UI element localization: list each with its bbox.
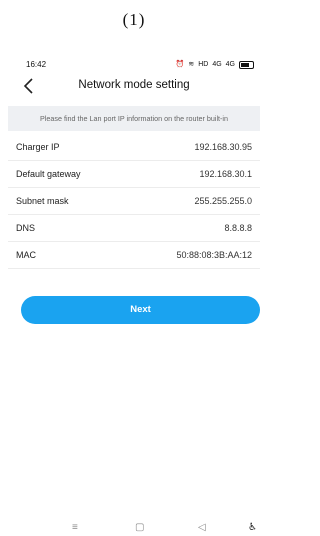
- app-header: Network mode setting: [0, 76, 268, 98]
- row-label: Charger IP: [16, 142, 60, 152]
- wifi-icon: ≋: [188, 61, 195, 68]
- row-charger-ip: Charger IP 192.168.30.95: [8, 134, 260, 161]
- row-value: 50:88:08:3B:AA:12: [176, 250, 252, 260]
- row-label: Default gateway: [16, 169, 81, 179]
- status-icons: ⏰ ≋ HD 4G 4G: [176, 60, 254, 70]
- system-nav-bar: ≡ ▢ ◁ ♿: [0, 522, 268, 536]
- menu-icon[interactable]: ≡: [72, 522, 78, 533]
- figure-caption: (1): [122, 10, 146, 29]
- row-default-gateway: Default gateway 192.168.30.1: [8, 161, 260, 188]
- status-bar: 16:42 ⏰ ≋ HD 4G 4G: [0, 60, 268, 72]
- row-dns: DNS 8.8.8.8: [8, 215, 260, 242]
- status-time: 16:42: [26, 60, 47, 69]
- signal-icon-2: 4G: [225, 61, 235, 68]
- signal-icon-1: 4G: [212, 61, 222, 68]
- home-icon[interactable]: ▢: [135, 522, 144, 533]
- network-info-list: Charger IP 192.168.30.95 Default gateway…: [8, 134, 260, 269]
- row-value: 255.255.255.0: [194, 196, 252, 206]
- row-value: 192.168.30.1: [199, 169, 252, 179]
- row-mac: MAC 50:88:08:3B:AA:12: [8, 242, 260, 269]
- page-title: Network mode setting: [78, 79, 190, 91]
- back-icon[interactable]: ◁: [198, 522, 206, 533]
- row-value: 8.8.8.8: [224, 223, 252, 233]
- next-button[interactable]: Next: [21, 296, 260, 324]
- accessibility-icon[interactable]: ♿: [248, 522, 257, 533]
- row-label: MAC: [16, 250, 36, 260]
- row-label: Subnet mask: [16, 196, 69, 206]
- row-label: DNS: [16, 223, 36, 233]
- hd-icon: HD: [198, 61, 209, 68]
- alarm-icon: ⏰: [175, 61, 185, 68]
- info-hint: Please find the Lan port IP information …: [8, 106, 260, 131]
- row-value: 192.168.30.95: [194, 142, 252, 152]
- battery-icon: [239, 61, 254, 69]
- row-subnet-mask: Subnet mask 255.255.255.0: [8, 188, 260, 215]
